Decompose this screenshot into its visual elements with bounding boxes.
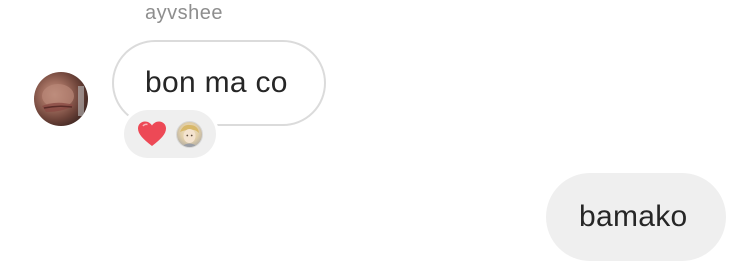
heart-icon: [138, 121, 166, 146]
avatar-photo: [42, 84, 84, 116]
reactor-avatar[interactable]: [176, 121, 203, 148]
direct-message-thread: ayvshee bon ma co bamako: [0, 0, 750, 263]
avatar[interactable]: [34, 72, 88, 126]
incoming-message-text: bon ma co: [145, 66, 288, 99]
sender-name: ayvshee: [145, 2, 223, 24]
message-reactions[interactable]: [124, 110, 216, 158]
outgoing-message-text: bamako: [579, 200, 688, 233]
reactor-avatar-photo: [180, 124, 199, 147]
